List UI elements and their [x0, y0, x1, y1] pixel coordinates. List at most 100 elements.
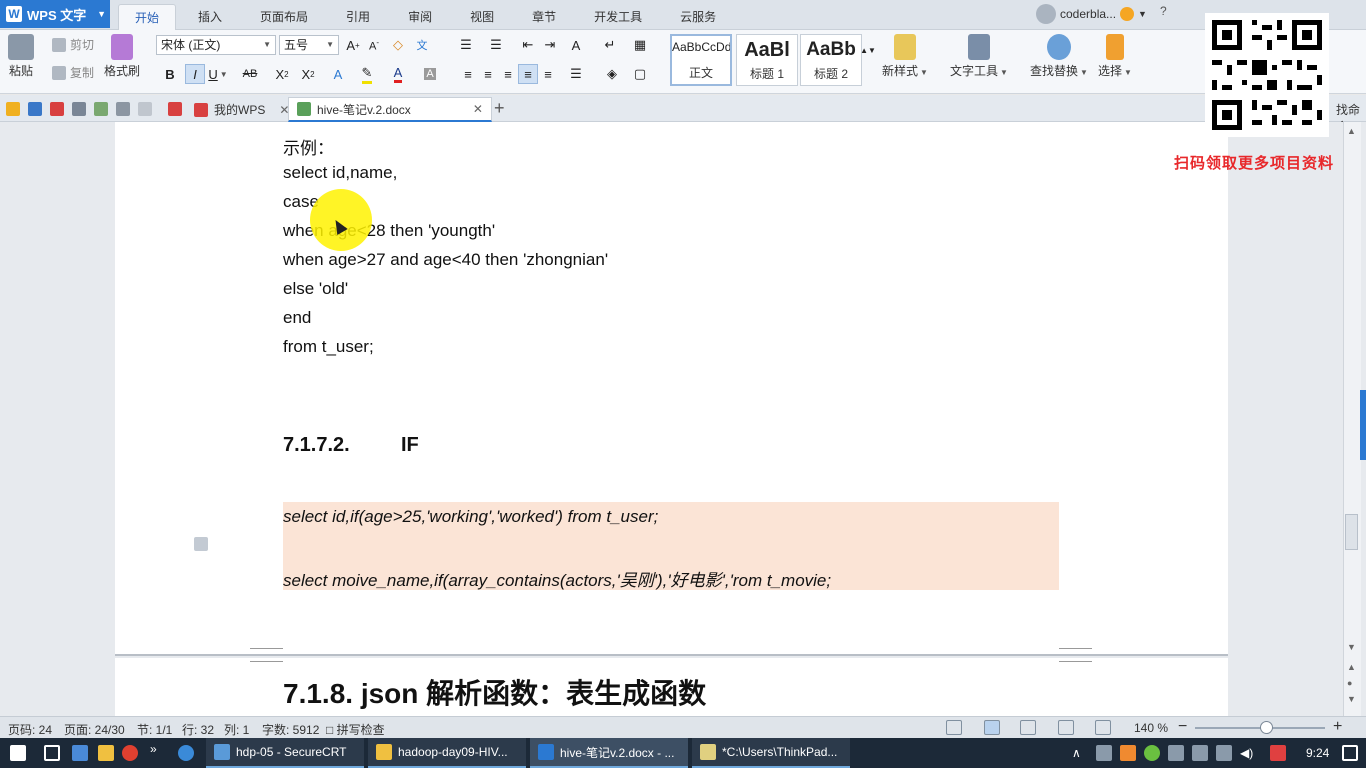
format-painter-button[interactable]: 格式刷 — [104, 34, 140, 79]
doc-line[interactable]: end — [283, 308, 311, 328]
app-s-icon[interactable] — [178, 745, 194, 761]
style-heading-1[interactable]: AaBl 标题 1 — [736, 34, 798, 86]
scrollbar-thumb[interactable] — [1345, 514, 1358, 550]
tab-cloud[interactable]: 云服务 — [664, 4, 732, 30]
close-icon[interactable]: ✕ — [473, 102, 483, 116]
align-right-icon[interactable]: ≡ — [498, 64, 518, 84]
save-icon[interactable] — [28, 102, 42, 116]
superscript-button[interactable]: X2 — [272, 64, 292, 84]
style-normal[interactable]: AaBbCcDd 正文 — [670, 34, 732, 86]
zoom-in-icon[interactable]: + — [1333, 718, 1342, 736]
clock[interactable]: 9:24 — [1306, 746, 1329, 760]
status-words[interactable]: 字数: 5912 — [262, 721, 319, 738]
side-panel-tab[interactable] — [1360, 390, 1366, 460]
export-pdf-icon[interactable] — [50, 102, 64, 116]
italic-button[interactable]: I — [185, 64, 205, 84]
add-tab-icon[interactable]: + — [494, 98, 505, 119]
tab-references[interactable]: 引用 — [330, 4, 386, 30]
file-explorer-icon[interactable] — [98, 745, 114, 761]
indent-icon[interactable]: ⇥ — [540, 35, 560, 55]
highlight-button[interactable]: ✎ — [357, 64, 377, 84]
borders-icon[interactable]: ▢ — [630, 64, 650, 84]
code-line[interactable]: select id,if(age>25,'working','worked') … — [283, 507, 658, 527]
print-preview-icon[interactable] — [94, 102, 108, 116]
task-view-icon[interactable] — [44, 745, 60, 761]
open-icon[interactable] — [6, 102, 20, 116]
doc-tab-my-wps[interactable]: 我的WPS ✕ — [186, 97, 297, 122]
tray-app-icon[interactable] — [1120, 745, 1136, 761]
print-icon[interactable] — [72, 102, 86, 116]
select-button[interactable]: 选择 ▼ — [1098, 34, 1132, 79]
status-page-no[interactable]: 页码: 24 — [8, 721, 52, 738]
strikethrough-button[interactable]: AB — [240, 64, 260, 84]
status-col[interactable]: 列: 1 — [224, 721, 249, 738]
tab-home[interactable]: 开始 — [118, 4, 177, 30]
eye-protect-icon[interactable] — [1095, 720, 1111, 735]
status-pages[interactable]: 页面: 24/30 — [64, 721, 125, 738]
subscript-button[interactable]: X2 — [298, 64, 318, 84]
bold-button[interactable]: B — [160, 64, 180, 84]
pinyin-icon[interactable]: 文 — [412, 35, 432, 55]
zoom-level[interactable]: 140 % — [1134, 721, 1168, 735]
user-box[interactable]: coderbla... ▼ — [1036, 4, 1147, 24]
tab-view[interactable]: 视图 — [454, 4, 510, 30]
web-view-icon[interactable] — [1058, 720, 1074, 735]
section-heading-2[interactable]: 7.1.8. json 解析函数：表生成函数 — [283, 672, 706, 712]
network-icon[interactable] — [1216, 745, 1232, 761]
code-line[interactable]: select moive_name,if(array_contains(acto… — [283, 566, 831, 591]
font-color-button[interactable]: A — [388, 64, 408, 84]
tab-developer[interactable]: 开发工具 — [578, 4, 658, 30]
clear-format-icon[interactable]: ◇ — [388, 35, 408, 55]
zoom-slider-knob[interactable] — [1260, 721, 1273, 734]
prev-page-icon[interactable]: ▲ — [1347, 662, 1356, 672]
text-effect-button[interactable]: A — [328, 64, 348, 84]
bullets-icon[interactable]: ☰ — [456, 35, 476, 55]
cut-button[interactable]: 剪切 — [52, 36, 94, 53]
styles-scroll-icon[interactable]: ▲▼ — [860, 40, 876, 60]
style-heading-2[interactable]: AaBb 标题 2 — [800, 34, 862, 86]
text-tools-button[interactable]: 文字工具 ▼ — [950, 34, 1008, 79]
status-section[interactable]: 节: 1/1 — [137, 721, 172, 738]
paste-options-icon[interactable] — [194, 537, 208, 551]
taskbar-app-notepad[interactable]: *C:\Users\ThinkPad... — [692, 738, 850, 768]
tray-expand-icon[interactable]: ∧ — [1072, 746, 1081, 760]
grow-font-button[interactable]: A + — [343, 35, 363, 55]
status-row[interactable]: 行: 32 — [182, 721, 214, 738]
redo-icon[interactable] — [138, 102, 152, 116]
windows-start-icon[interactable] — [10, 745, 26, 761]
zoom-out-icon[interactable]: − — [1178, 718, 1187, 736]
doc-line[interactable]: from t_user; — [283, 337, 374, 357]
doc-line[interactable]: else 'old' — [283, 279, 348, 299]
find-replace-button[interactable]: 查找替换 ▼ — [1030, 34, 1088, 79]
wps-star-icon[interactable] — [168, 102, 182, 116]
font-size-select[interactable]: 五号 ▼ — [279, 35, 339, 55]
tray-app-icon[interactable] — [1192, 745, 1208, 761]
font-name-select[interactable]: 宋体 (正文) ▼ — [156, 35, 276, 55]
outdent-icon[interactable]: ⇤ — [518, 35, 538, 55]
table-icon[interactable]: ▦ — [630, 35, 650, 55]
scroll-down-icon[interactable]: ▼ — [1347, 642, 1356, 652]
next-page-icon[interactable]: ▼ — [1347, 694, 1356, 704]
ie-icon[interactable] — [72, 745, 88, 761]
tray-app-icon[interactable] — [1144, 745, 1160, 761]
keyboard-icon[interactable] — [1168, 745, 1184, 761]
tray-app-icon[interactable] — [1096, 745, 1112, 761]
volume-icon[interactable]: ◀) — [1240, 746, 1253, 760]
tab-insert[interactable]: 插入 — [182, 4, 238, 30]
page-view-icon[interactable] — [984, 720, 1000, 735]
doc-line[interactable]: when age>27 and age<40 then 'zhongnian' — [283, 250, 608, 270]
align-center-icon[interactable]: ≡ — [478, 64, 498, 84]
tab-review[interactable]: 审阅 — [392, 4, 448, 30]
app-menu-button[interactable]: W WPS 文字 ▼ — [0, 0, 110, 28]
shrink-font-button[interactable]: A- — [364, 35, 384, 55]
paste-button[interactable]: 粘贴 — [8, 34, 34, 79]
align-left-icon[interactable]: ≡ — [458, 64, 478, 84]
underline-button[interactable]: U ▼ — [208, 64, 228, 84]
notifications-icon[interactable] — [1342, 745, 1358, 761]
fullscreen-view-icon[interactable] — [946, 720, 962, 735]
distribute-icon[interactable]: ≡ — [538, 64, 558, 84]
doc-line[interactable]: select id,name, — [283, 163, 397, 183]
section-heading[interactable]: 7.1.7.2. IF — [283, 434, 419, 457]
char-shading-button[interactable]: A — [420, 64, 440, 84]
doc-line[interactable]: 示例： — [283, 134, 334, 159]
